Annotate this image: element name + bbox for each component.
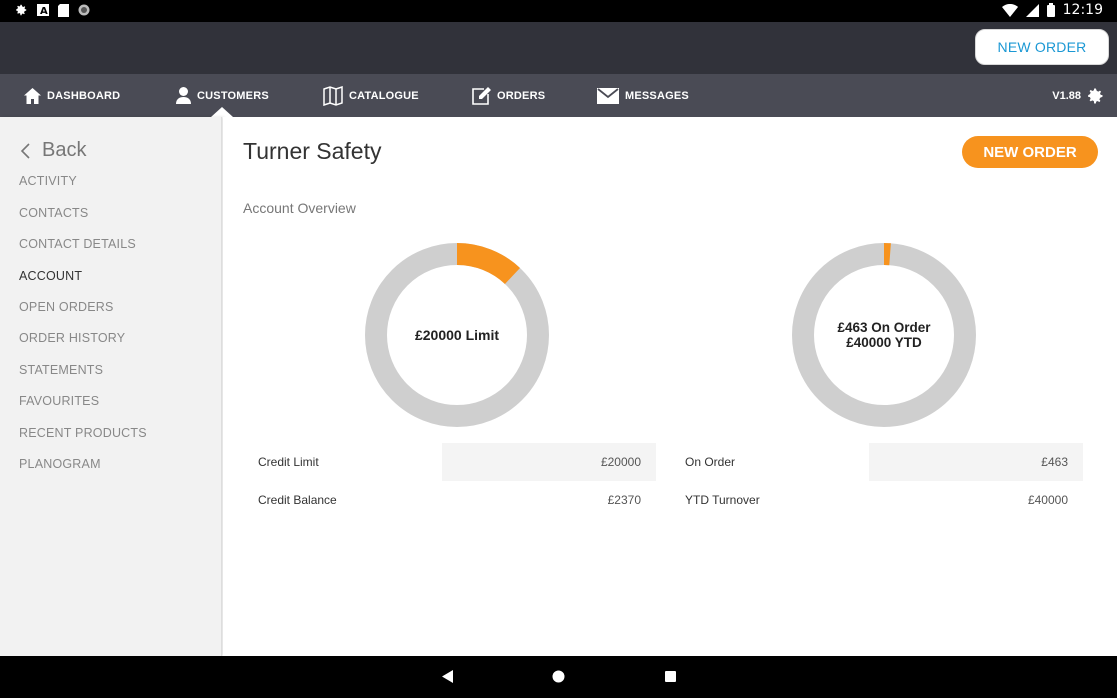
credit-donut-label: £20000 Limit — [365, 243, 549, 427]
credit-balance-value: £2370 — [607, 493, 641, 507]
sidebar-item-favourites[interactable]: FAVOURITES — [19, 394, 99, 408]
sidebar-item-account[interactable]: ACCOUNT — [19, 269, 82, 283]
wifi-icon — [1001, 3, 1018, 17]
nav-dashboard[interactable]: DASHBOARD — [24, 74, 120, 117]
page-title: Turner Safety — [243, 138, 382, 164]
credit-donut-text: £20000 Limit — [414, 326, 500, 343]
sidebar-item-activity[interactable]: ACTIVITY — [19, 174, 77, 188]
ytd-turnover-value: £40000 — [1027, 493, 1068, 507]
orders-donut-line2: £40000 YTD — [846, 335, 922, 350]
credit-limit-value: £20000 — [600, 455, 641, 469]
settings-button[interactable]: V1.88 — [1052, 74, 1105, 117]
sidebar-item-contact-details[interactable]: CONTACT DETAILS — [19, 237, 136, 251]
home-circle-icon[interactable] — [552, 670, 565, 683]
back-button[interactable]: Back — [20, 139, 86, 162]
sidebar-item-order-history[interactable]: ORDER HISTORY — [19, 331, 125, 345]
orders-donut-line1: £463 On Order — [837, 320, 931, 335]
credit-stats: Credit Limit £20000 Credit Balance £2370 — [243, 443, 656, 519]
back-label: Back — [42, 139, 87, 161]
sidebar-item-open-orders[interactable]: OPEN ORDERS — [19, 300, 114, 314]
ytd-turnover-label: YTD Turnover — [685, 493, 760, 507]
active-nav-pointer — [211, 107, 233, 117]
on-order-value: £463 — [1041, 455, 1068, 469]
recents-square-icon[interactable] — [665, 671, 676, 682]
nav-customers-label: CUSTOMERS — [197, 89, 269, 102]
circle-icon — [78, 4, 90, 16]
edit-icon — [472, 86, 491, 105]
header-new-order-button[interactable]: NEW ORDER — [975, 29, 1109, 65]
credit-limit-row: Credit Limit £20000 — [243, 443, 656, 481]
version-label: V1.88 — [1052, 89, 1081, 102]
sidebar-item-statements[interactable]: STATEMENTS — [19, 363, 103, 377]
back-triangle-icon[interactable] — [442, 670, 453, 683]
sidebar-item-recent-products[interactable]: RECENT PRODUCTS — [19, 426, 147, 440]
top-bar: NEW ORDER — [0, 22, 1117, 74]
orders-stats: On Order £463 YTD Turnover £40000 — [670, 443, 1083, 519]
status-bar: A 12:19 — [0, 0, 1117, 22]
credit-balance-label: Credit Balance — [258, 493, 337, 507]
a-icon: A — [37, 4, 49, 16]
battery-icon — [1046, 3, 1055, 17]
svg-text:A: A — [40, 6, 48, 16]
book-icon — [323, 85, 343, 106]
nav-dashboard-label: DASHBOARD — [47, 89, 121, 102]
gear-icon — [1088, 88, 1103, 103]
on-order-label: On Order — [685, 455, 736, 469]
nav-catalogue-label: CATALOGUE — [349, 89, 419, 102]
system-nav-bar — [0, 656, 1117, 698]
sidebar-item-contacts[interactable]: CONTACTS — [19, 206, 88, 220]
nav-messages[interactable]: MESSAGES — [597, 74, 689, 117]
section-title: Account Overview — [243, 200, 356, 216]
clock: 12:19 — [1062, 2, 1103, 18]
home-icon — [24, 87, 41, 104]
signal-icon — [1025, 3, 1039, 17]
sidebar-item-planogram[interactable]: PLANOGRAM — [19, 457, 101, 471]
sim-icon — [58, 3, 69, 17]
new-order-button[interactable]: NEW ORDER — [962, 136, 1098, 168]
credit-balance-row: Credit Balance £2370 — [243, 481, 656, 519]
chevron-left-icon — [20, 142, 30, 159]
nav-orders[interactable]: ORDERS — [471, 74, 545, 117]
main-nav: DASHBOARD CUSTOMERS CATALOGUE ORDERS MES… — [0, 74, 1117, 117]
nav-messages-label: MESSAGES — [625, 89, 689, 102]
nav-orders-label: ORDERS — [497, 89, 546, 102]
sidebar: Back ACTIVITY CONTACTS CONTACT DETAILS A… — [0, 117, 222, 656]
credit-limit-label: Credit Limit — [258, 455, 319, 469]
orders-donut-label: £463 On Order £40000 YTD — [792, 243, 976, 427]
mail-icon — [597, 87, 619, 104]
settings-icon — [16, 4, 27, 16]
main-content: Turner Safety NEW ORDER Account Overview… — [223, 117, 1117, 656]
ytd-turnover-row: YTD Turnover £40000 — [670, 481, 1083, 519]
person-icon — [176, 87, 191, 104]
on-order-row: On Order £463 — [670, 443, 1083, 481]
nav-catalogue[interactable]: CATALOGUE — [323, 74, 419, 117]
